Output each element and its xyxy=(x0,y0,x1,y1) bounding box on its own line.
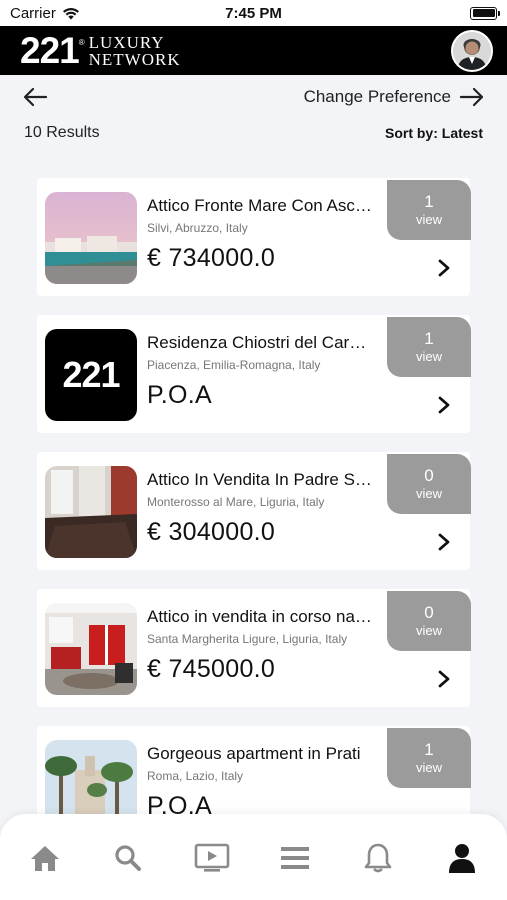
chevron-right-icon[interactable] xyxy=(437,258,451,278)
battery-icon xyxy=(470,6,500,20)
logo-line-2: NETWORK xyxy=(88,49,181,69)
view-label: view xyxy=(415,623,442,638)
tab-videos[interactable] xyxy=(192,838,232,878)
listing-price: € 745000.0 xyxy=(147,655,276,683)
listing-price: P.O.A xyxy=(147,381,212,409)
avatar-photo xyxy=(453,31,491,70)
tab-profile[interactable] xyxy=(442,838,482,878)
sort-by-button[interactable]: Sort by: Latest xyxy=(385,125,483,141)
listing-card[interactable]: Attico Fronte Mare Con Ascensore Silvi, … xyxy=(37,178,471,296)
home-icon xyxy=(31,846,59,871)
seaside-photo xyxy=(45,192,137,284)
change-preference-label: Change Preference xyxy=(303,87,451,106)
listing-card[interactable]: Attico In Vendita In Padre Semeria Monte… xyxy=(37,452,471,570)
listing-thumbnail: 221 xyxy=(45,329,137,421)
view-count: 0 xyxy=(424,466,434,485)
listing-location: Piacenza, Emilia-Romagna, Italy xyxy=(147,358,321,372)
view-count-badge: 1 view xyxy=(387,728,471,788)
status-bar: Carrier 7:45 PM xyxy=(0,0,507,26)
back-arrow-icon[interactable] xyxy=(22,87,48,107)
listing-title: Attico Fronte Mare Con Ascensore xyxy=(147,196,379,215)
interior-photo xyxy=(45,466,137,558)
logo-number: 221 xyxy=(20,30,80,71)
video-icon xyxy=(194,843,230,872)
chevron-right-icon[interactable] xyxy=(437,395,451,415)
view-label: view xyxy=(415,486,442,501)
status-left: Carrier xyxy=(10,5,80,22)
profile-icon xyxy=(449,844,475,873)
bottom-tab-bar xyxy=(0,814,507,900)
listing-location: Monterosso al Mare, Liguria, Italy xyxy=(147,495,325,509)
listing-title: Attico in vendita in corso nazionale xyxy=(147,607,379,626)
results-row: 10 Results Sort by: Latest xyxy=(0,120,507,146)
avatar[interactable] xyxy=(451,29,493,72)
logo-text: LUXURY NETWORK xyxy=(89,34,181,68)
logo-line-1: LUXURY xyxy=(88,32,165,52)
logo-registered-mark: ® xyxy=(78,38,85,47)
listing-card[interactable]: Attico in vendita in corso nazionale San… xyxy=(37,589,471,707)
tab-notifications[interactable] xyxy=(358,838,398,878)
listing-location: Roma, Lazio, Italy xyxy=(147,769,244,783)
listing-price: € 304000.0 xyxy=(147,518,276,546)
view-label: view xyxy=(415,212,442,227)
bell-icon xyxy=(364,843,392,873)
app-header: 221 ® LUXURY NETWORK xyxy=(0,26,507,75)
chevron-right-icon[interactable] xyxy=(437,669,451,689)
status-time: 7:45 PM xyxy=(225,4,282,22)
view-count-badge: 0 view xyxy=(387,454,471,514)
brand-logo[interactable]: 221 ® LUXURY NETWORK xyxy=(20,32,181,69)
listing-location: Santa Margherita Ligure, Liguria, Italy xyxy=(147,632,348,646)
carrier-label: Carrier xyxy=(10,4,56,22)
listing-thumbnail xyxy=(45,466,137,558)
listing-title: Residenza Chiostri del Carmine xyxy=(147,333,379,352)
chevron-right-icon[interactable] xyxy=(437,532,451,552)
view-count-badge: 0 view xyxy=(387,591,471,651)
kitchen-photo xyxy=(45,603,137,695)
listing-price: € 734000.0 xyxy=(147,244,276,272)
view-count-badge: 1 view xyxy=(387,317,471,377)
listing-title: Attico In Vendita In Padre Semeria xyxy=(147,470,379,489)
view-count: 1 xyxy=(424,740,434,759)
nav-row: Change Preference xyxy=(0,80,507,114)
listing-thumbnail xyxy=(45,192,137,284)
221-logo-placeholder: 221 xyxy=(62,354,120,395)
tab-home[interactable] xyxy=(25,838,65,878)
view-count: 1 xyxy=(424,329,434,348)
search-icon xyxy=(115,845,141,871)
view-label: view xyxy=(415,760,442,775)
menu-icon xyxy=(281,847,309,869)
listing-thumbnail xyxy=(45,603,137,695)
view-count: 1 xyxy=(424,192,434,211)
view-count-badge: 1 view xyxy=(387,180,471,240)
results-count: 10 Results xyxy=(24,124,100,141)
forward-arrow-icon xyxy=(459,87,484,107)
listing-location: Silvi, Abruzzo, Italy xyxy=(147,221,248,235)
tab-search[interactable] xyxy=(108,838,148,878)
change-preference-button[interactable]: Change Preference xyxy=(304,87,485,107)
listing-title: Gorgeous apartment in Prati xyxy=(147,744,361,763)
view-label: view xyxy=(415,349,442,364)
listing-card[interactable]: 221 Residenza Chiostri del Carmine Piace… xyxy=(37,315,471,433)
view-count: 0 xyxy=(424,603,434,622)
wifi-icon xyxy=(62,7,79,19)
tab-menu[interactable] xyxy=(275,838,315,878)
